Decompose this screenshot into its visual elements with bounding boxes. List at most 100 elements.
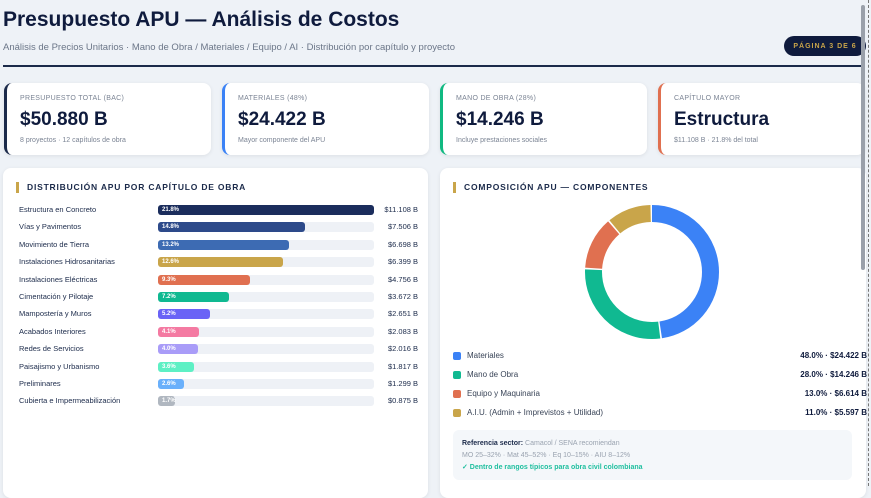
chapter-name: Cimentación y Pilotaje <box>19 292 94 301</box>
kpi-value: $24.422 B <box>238 109 326 130</box>
chapter-pct: 5.2% <box>162 311 176 318</box>
reference-source: Camacol / SENA recomiendan <box>525 440 620 447</box>
chapter-bar-track: 1.7% <box>158 396 374 407</box>
chapter-amount: $2.016 B <box>387 344 418 354</box>
chapter-bar: 9.3% <box>158 274 251 285</box>
kpi-value: $14.246 B <box>456 109 544 130</box>
reference-label: Referencia sector: <box>462 440 524 447</box>
kpi-label: MATERIALES (48%) <box>238 95 308 102</box>
legend-swatch <box>453 390 461 398</box>
chapter-bar-track: 13.2% <box>158 239 374 250</box>
kpi-subtext: $11.108 B · 21.8% del total <box>674 137 758 144</box>
chapter-row: Cubierta e Impermeabilización 1.7% $0.87… <box>3 395 428 407</box>
kpi-subtext: Mayor componente del APU <box>238 137 326 144</box>
chapter-name: Redes de Servicios <box>19 344 84 354</box>
legend-value: 28.0% · $14.246 B <box>800 370 867 379</box>
chapter-bar-track: 9.3% <box>158 274 374 285</box>
legend-value: 11.0% · $5.597 B <box>805 408 867 417</box>
chapter-name: Instalaciones Eléctricas <box>19 274 98 284</box>
kpi-label: PRESUPUESTO TOTAL (BAC) <box>20 95 125 102</box>
legend-item: Mano de Obra 28.0% · $14.246 B <box>453 369 867 381</box>
chapter-amount: $3.672 B <box>387 292 418 301</box>
chapter-amount: $2.651 B <box>387 309 418 319</box>
chapter-row: Preliminares 2.6% $1.299 B <box>3 378 428 390</box>
legend-item: Equipo y Maquinaria 13.0% · $6.614 B <box>453 388 867 400</box>
chapter-bar-track: 5.2% <box>158 309 374 320</box>
chapter-bar: 14.8% <box>158 222 305 233</box>
chapter-bar: 21.8% <box>158 205 374 215</box>
chapter-row: Paisajismo y Urbanismo 3.6% $1.817 B <box>3 361 428 373</box>
chapter-bar: 5.2% <box>158 309 210 320</box>
chapter-row: Movimiento de Tierra 13.2% $6.698 B <box>3 239 428 251</box>
legend-label: Equipo y Maquinaria <box>467 389 540 398</box>
chapter-bar-track: 4.0% <box>158 344 374 355</box>
kpi-card: CAPÍTULO MAYOR Estructura $11.108 B · 21… <box>658 83 865 155</box>
chapter-panel-title: DISTRIBUCIÓN APU POR CAPÍTULO DE OBRA <box>16 182 246 193</box>
kpi-card: MATERIALES (48%) $24.422 B Mayor compone… <box>222 83 429 155</box>
chapter-name: Vías y Pavimentos <box>19 222 82 232</box>
chapter-amount: $1.299 B <box>387 379 418 388</box>
chapter-bar: 2.6% <box>158 379 184 389</box>
chapter-amount: $2.083 B <box>387 326 418 336</box>
chapter-row: Instalaciones Eléctricas 9.3% $4.756 B <box>3 274 428 286</box>
chapter-bar: 13.2% <box>158 239 289 250</box>
composition-panel: COMPOSICIÓN APU — COMPONENTES Materiales… <box>440 168 867 498</box>
legend-item: Materiales 48.0% · $24.422 B <box>453 350 867 362</box>
chapter-row: Vías y Pavimentos 14.8% $7.506 B <box>3 221 428 233</box>
chapter-amount: $6.399 B <box>387 257 418 267</box>
kpi-card: PRESUPUESTO TOTAL (BAC) $50.880 B 8 proy… <box>4 83 211 155</box>
chapter-name: Preliminares <box>19 379 61 388</box>
legend-label: Mano de Obra <box>467 370 519 379</box>
chapter-bar-track: 21.8% <box>158 205 374 215</box>
chapter-name: Instalaciones Hidrosanitarias <box>19 257 115 267</box>
chapter-pct: 7.2% <box>162 294 176 300</box>
chapter-pct: 1.7% <box>162 398 176 405</box>
chapter-row: Estructura en Concreto 21.8% $11.108 B <box>3 204 428 216</box>
chapter-name: Acabados Interiores <box>19 326 86 336</box>
reference-ranges: MO 25–32% · Mat 45–52% · Eq 10–15% · AIU… <box>462 452 631 459</box>
chapter-bar: 7.2% <box>158 292 230 302</box>
vertical-scrollbar[interactable] <box>861 5 865 270</box>
frame-edge <box>868 0 869 486</box>
chapter-amount: $0.875 B <box>387 396 418 406</box>
chapter-amount: $11.108 B <box>384 205 418 214</box>
kpi-subtext: 8 proyectos · 12 capítulos de obra <box>20 137 126 144</box>
chapter-bar: 12.6% <box>158 257 283 268</box>
chapter-distribution-panel: DISTRIBUCIÓN APU POR CAPÍTULO DE OBRA Es… <box>3 168 428 498</box>
chapter-pct: 4.1% <box>162 328 176 335</box>
chapter-bar: 1.7% <box>158 396 176 407</box>
header-divider <box>3 65 865 67</box>
chapter-pct: 9.3% <box>162 276 176 283</box>
chapter-pct: 14.8% <box>162 224 180 231</box>
composition-donut-chart <box>585 205 719 339</box>
chapter-bar-track: 7.2% <box>158 292 374 302</box>
chapter-bar-track: 12.6% <box>158 257 374 268</box>
legend-value: 13.0% · $6.614 B <box>804 389 867 398</box>
chapter-bar: 4.1% <box>158 326 199 337</box>
chapter-name: Cubierta e Impermeabilización <box>19 396 121 406</box>
chapter-pct: 2.6% <box>162 381 176 387</box>
chapter-bar-track: 2.6% <box>158 379 374 389</box>
chapter-row: Mampostería y Muros 5.2% $2.651 B <box>3 308 428 320</box>
legend-value: 48.0% · $24.422 B <box>800 351 867 360</box>
chapter-amount: $6.698 B <box>387 239 418 249</box>
chapter-pct: 13.2% <box>162 241 180 248</box>
chapter-row: Redes de Servicios 4.0% $2.016 B <box>3 343 428 355</box>
page-badge: PÁGINA 3 DE 6 <box>784 36 866 56</box>
chapter-bar: 4.0% <box>158 344 198 355</box>
chapter-bar-track: 4.1% <box>158 326 374 337</box>
kpi-label: CAPÍTULO MAYOR <box>674 95 741 102</box>
legend-label: Materiales <box>467 351 504 360</box>
chapter-pct: 12.6% <box>162 259 180 266</box>
legend-swatch <box>453 371 461 379</box>
kpi-label: MANO DE OBRA (28%) <box>456 95 537 102</box>
chapter-name: Paisajismo y Urbanismo <box>19 361 100 371</box>
legend-swatch <box>453 409 461 417</box>
chapter-row: Acabados Interiores 4.1% $2.083 B <box>3 326 428 338</box>
page-title: Presupuesto APU — Análisis de Costos <box>3 8 400 31</box>
kpi-value: $50.880 B <box>20 109 108 130</box>
chapter-bar: 3.6% <box>158 361 194 372</box>
legend-label: A.I.U. (Admin + Imprevistos + Utilidad) <box>467 408 604 417</box>
sector-reference-box: Referencia sector: Camacol / SENA recomi… <box>453 430 852 480</box>
chapter-name: Estructura en Concreto <box>19 205 97 214</box>
